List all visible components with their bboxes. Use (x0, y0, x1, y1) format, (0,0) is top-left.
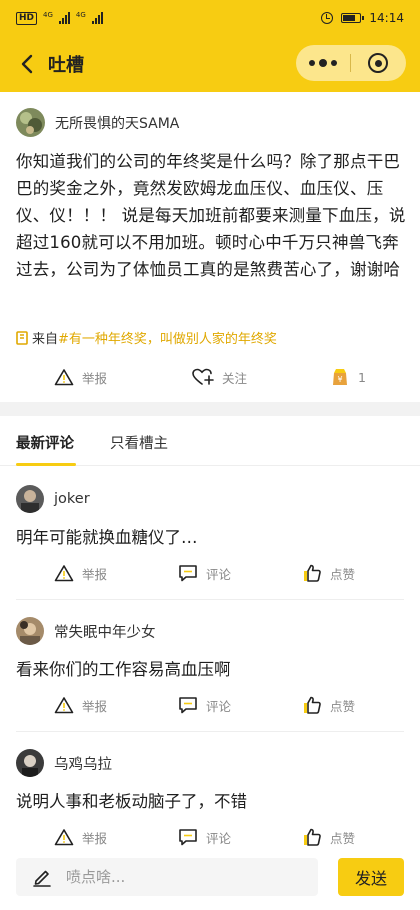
comment-icon (179, 829, 197, 846)
report-label: 举报 (82, 830, 108, 846)
warning-icon (54, 697, 74, 714)
post-author[interactable]: 无所畏惧的天SAMA (16, 108, 179, 137)
comment-author[interactable]: joker (16, 485, 90, 513)
warning-icon (54, 829, 74, 846)
comment-label: 评论 (206, 566, 232, 582)
close-mini-program-button[interactable] (351, 45, 405, 81)
comment-author-name[interactable]: 乌鸡乌拉 (54, 753, 112, 774)
sim2-label: 4G (75, 10, 86, 19)
comment-text: 说明人事和老板动脑子了，不错 (16, 792, 247, 811)
comment-like-button[interactable]: 点赞 (302, 688, 355, 722)
comment-report-button[interactable]: 举报 (54, 556, 107, 590)
report-label: 举报 (82, 566, 108, 582)
battery-icon (341, 13, 365, 23)
more-dot-icon (331, 60, 337, 66)
comment-reply-button[interactable]: 评论 (178, 688, 231, 722)
alarm-icon (321, 12, 334, 24)
target-circle-icon (368, 53, 388, 73)
comment-label: 评论 (206, 830, 232, 846)
more-dot-icon (309, 60, 315, 66)
comment-author-name[interactable]: joker (54, 491, 90, 507)
post-card: 无所畏惧的天SAMA 你知道我们的公司的年终奖是什么吗？除了那点干巴巴的奖金之外… (0, 92, 420, 402)
bookmark-icon (16, 330, 28, 345)
comment-tabs: 最新评论 只看槽主 (0, 416, 420, 466)
page-title: 吐槽 (48, 55, 84, 76)
comment-author-name[interactable]: 常失眠中年少女 (54, 621, 156, 642)
avatar[interactable] (16, 108, 45, 137)
thumbs-up-icon (304, 696, 321, 714)
report-label: 举报 (82, 370, 108, 386)
status-bar: HD 4G 4G 14:14 (0, 0, 420, 36)
back-button[interactable] (14, 51, 40, 77)
comment-item: joker 明年可能就换血糖仪了… 举报 评论 点赞 (0, 468, 420, 600)
hd-badge: HD (16, 11, 38, 25)
section-divider (0, 402, 420, 416)
like-label: 点赞 (330, 830, 356, 846)
topic-link[interactable]: #有一种年终奖，叫做别人家的年终奖 (58, 328, 277, 347)
comment-actions: 举报 评论 点赞 (0, 688, 420, 718)
chevron-left-icon (21, 54, 33, 74)
nav-bar: 吐槽 (0, 36, 420, 92)
report-button[interactable]: 举报 (54, 360, 107, 394)
pen-icon (33, 870, 51, 887)
comment-author[interactable]: 乌鸡乌拉 (16, 749, 112, 777)
comment-icon (179, 565, 197, 582)
comment-icon (179, 697, 197, 714)
warning-icon (54, 369, 74, 386)
like-label: 点赞 (330, 566, 356, 582)
comment-author[interactable]: 常失眠中年少女 (16, 617, 156, 645)
comment-item: 乌鸡乌拉 说明人事和老板动脑子了，不错 举报 评论 点赞 (0, 732, 420, 864)
like-label: 点赞 (330, 698, 356, 714)
comment-like-button[interactable]: 点赞 (302, 556, 355, 590)
avatar[interactable] (16, 617, 44, 645)
comment-actions: 举报 评论 点赞 (0, 556, 420, 586)
active-tab-indicator (16, 463, 76, 466)
reward-count: 1 (358, 369, 366, 385)
reward-button[interactable]: ¥ 1 (330, 360, 366, 394)
thumbs-up-icon (304, 564, 321, 582)
status-time: 14:14 (369, 11, 404, 25)
more-dot-icon (319, 59, 327, 67)
signal-icon-2 (91, 12, 103, 24)
follow-button[interactable]: 关注 (192, 360, 247, 394)
comment-composer: 发送 (0, 846, 420, 910)
comment-reply-button[interactable]: 评论 (178, 556, 231, 590)
follow-label: 关注 (222, 370, 248, 386)
svg-text:¥: ¥ (337, 375, 342, 384)
reward-bag-icon: ¥ (333, 369, 347, 385)
comment-input-wrapper[interactable] (16, 858, 318, 896)
mini-program-capsule (296, 45, 406, 81)
warning-icon (54, 565, 74, 582)
signal-icon (58, 12, 70, 24)
author-name[interactable]: 无所畏惧的天SAMA (55, 113, 179, 133)
post-content: 你知道我们的公司的年终奖是什么吗？除了那点干巴巴的奖金之外，竟然发欧姆龙血压仪、… (16, 152, 406, 279)
topic-from-label: 来自 (32, 332, 59, 347)
avatar[interactable] (16, 485, 44, 513)
status-left: HD 4G 4G (16, 10, 103, 25)
tab-latest-comments[interactable]: 最新评论 (16, 432, 74, 453)
post-actions: 举报 关注 ¥ 1 (0, 360, 420, 394)
avatar[interactable] (16, 749, 44, 777)
send-button[interactable]: 发送 (338, 858, 404, 896)
heart-plus-icon (192, 368, 214, 385)
report-label: 举报 (82, 698, 108, 714)
sim1-label: 4G (43, 10, 53, 19)
comment-label: 评论 (206, 698, 232, 714)
topic-source: 来自 #有一种年终奖，叫做别人家的年终奖 (16, 328, 277, 347)
comment-input[interactable] (66, 868, 286, 886)
comment-text: 看来你们的工作容易高血压啊 (16, 660, 231, 679)
tab-author-only[interactable]: 只看槽主 (110, 432, 168, 453)
status-right: 14:14 (321, 11, 404, 25)
more-button[interactable] (296, 45, 350, 81)
comments-panel: 最新评论 只看槽主 joker 明年可能就换血糖仪了… 举报 评论 点赞 常失眠… (0, 416, 420, 910)
comment-report-button[interactable]: 举报 (54, 688, 107, 722)
thumbs-up-icon (304, 828, 321, 846)
comment-item: 常失眠中年少女 看来你们的工作容易高血压啊 举报 评论 点赞 (0, 600, 420, 732)
comment-text: 明年可能就换血糖仪了… (16, 528, 198, 547)
